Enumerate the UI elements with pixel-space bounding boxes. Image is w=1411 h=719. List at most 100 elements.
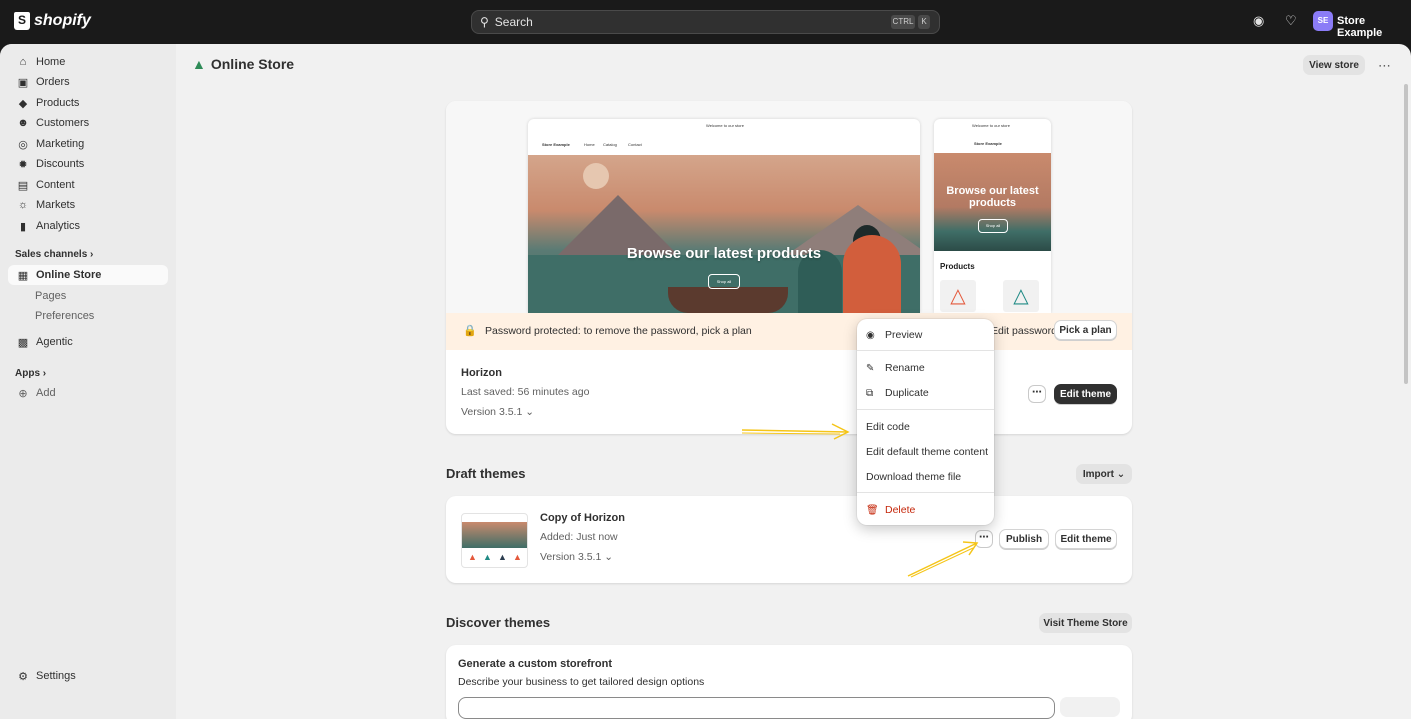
password-banner: 🔒 Password protected: to remove the pass… [446,313,1132,350]
visit-theme-store-button[interactable]: Visit Theme Store [1039,613,1132,633]
sidebar-item-label: Products [36,97,80,109]
describe-business-input[interactable] [458,697,1055,719]
draft-theme-more-button[interactable]: ⋯ [975,530,993,548]
desktop-preview: Welcome to our store Store Example Home … [528,119,920,313]
discover-themes-title: Discover themes [446,615,551,630]
theme-preview[interactable]: Welcome to our store Store Example Home … [446,101,1132,313]
shop-all-button: Shop all [978,219,1008,233]
pencil-icon: ✎ [866,362,875,374]
person-icon: ☻ [17,117,29,129]
hero-boat [668,287,788,313]
tag-icon: ◆ [18,97,28,110]
sidebar-item-label: Pages [35,290,67,302]
sidebar-item-analytics[interactable]: ▮ Analytics [8,216,168,236]
scrollbar[interactable] [1404,84,1408,384]
generate-description: Describe your business to get tailored d… [458,676,705,688]
sales-channels-label: Sales channels [15,249,88,260]
chevron-down-icon: ⌄ [1116,468,1126,480]
tshirt-icon: ▲ [468,552,477,562]
menu-label: Duplicate [885,387,929,399]
sidebar-item-label: Online Store [36,269,102,281]
sidebar-item-settings[interactable]: ⚙ Settings [8,666,168,686]
page-title: ▲ Online Store [192,56,294,72]
target-icon: ◎ [18,138,28,151]
sidekick-icon[interactable]: ◉ [1253,13,1264,29]
sidebar-item-label: Preferences [35,310,95,322]
bar-chart-icon: ▮ [19,220,27,233]
view-store-button[interactable]: View store [1303,55,1365,75]
online-store-icon: ▲ [192,56,206,72]
tshirt-icon: ▲ [483,552,492,562]
menu-item-edit-default-content[interactable]: Edit default theme content [866,446,988,458]
current-theme-more-button[interactable]: ⋯ [1028,385,1046,403]
menu-item-rename[interactable]: ✎ Rename [866,362,925,374]
sidebar-item-preferences[interactable]: Preferences [8,306,168,326]
more-horizontal-icon[interactable]: ⋯ [1378,58,1391,74]
generate-button[interactable] [1060,697,1120,717]
sidebar-item-label: Marketing [36,138,85,150]
sidebar-item-label: Agentic [36,336,73,348]
generate-title: Generate a custom storefront [458,658,613,670]
sidebar-item-label: Settings [36,670,76,682]
apps-header[interactable]: Apps › [15,368,46,379]
kbd-ctrl: CTRL [891,15,915,29]
sidebar-item-online-store[interactable]: ▦ Online Store [8,265,168,285]
tshirt-icon: △ [940,280,976,312]
sidebar-item-marketing[interactable]: ◎ Marketing [8,134,168,154]
pick-plan-button[interactable]: Pick a plan [1054,320,1117,340]
gear-icon: ⚙ [18,670,28,683]
edit-theme-button[interactable]: Edit theme [1054,384,1117,404]
thumbnail-hero [462,522,527,548]
sidebar-item-discounts[interactable]: ✹ Discounts [8,154,168,174]
sidebar-item-label: Markets [36,199,76,211]
duplicate-icon: ⧉ [866,387,874,399]
shopify-logo[interactable]: shopify [14,12,91,30]
sidebar-item-label: Orders [36,76,70,88]
sidebar-item-customers[interactable]: ☻ Customers [8,113,168,133]
bell-icon[interactable]: ♡ [1285,13,1297,29]
menu-item-delete[interactable]: 🗑 Delete [866,504,915,516]
lock-icon: 🔒 [463,325,477,337]
menu-item-download[interactable]: Download theme file [866,471,961,483]
sidebar-item-markets[interactable]: ☼ Markets [8,195,168,215]
menu-item-duplicate[interactable]: ⧉ Duplicate [866,387,929,399]
mobile-products-label: Products [940,262,975,271]
edit-password-link[interactable]: Edit password [991,325,1057,337]
menu-label: Rename [885,362,925,374]
sidebar-item-pages[interactable]: Pages [8,286,168,306]
draft-themes-title: Draft themes [446,466,526,481]
sidebar-item-add[interactable]: ⊕ Add [8,383,168,403]
content-icon: ▤ [17,179,29,192]
sales-channels-header[interactable]: Sales channels › [15,249,93,260]
draft-theme-thumbnail: ▲ ▲ ▲ ▲ [461,513,528,568]
menu-label: Download theme file [866,471,962,483]
search-input[interactable]: ⚲ Search CTRL K [471,10,940,34]
page-title-text: Online Store [210,56,295,72]
preview-welcome: Welcome to our store [706,123,744,128]
chevron-right-icon: › [90,249,94,260]
menu-item-edit-code[interactable]: Edit code [866,421,910,433]
menu-item-preview[interactable]: ◉ Preview [866,329,922,341]
apps-label: Apps [15,368,40,379]
sidebar-item-content[interactable]: ▤ Content [8,175,168,195]
import-button[interactable]: Import ⌄ [1076,464,1132,484]
store-name[interactable]: Store Example [1337,15,1411,39]
publish-button[interactable]: Publish [999,529,1049,549]
sidebar-item-products[interactable]: ◆ Products [8,93,168,113]
sidebar-item-home[interactable]: ⌂ Home [8,52,168,72]
theme-actions-menu: ◉ Preview ✎ Rename ⧉ Duplicate Edit code Ed… [857,319,994,525]
menu-divider [857,492,994,493]
sidebar-item-label: Home [36,56,66,68]
avatar[interactable]: SE [1313,11,1333,31]
preview-nav-catalog: Catalog [603,142,617,147]
sidebar-item-orders[interactable]: ▣ Orders [8,72,168,92]
plus-circle-icon: ⊕ [18,387,28,400]
search-icon: ⚲ [480,15,489,29]
sidebar-item-agentic[interactable]: ▩ Agentic [8,332,168,352]
version-dropdown[interactable]: Version 3.5.1 ⌄ [461,406,534,418]
draft-version-dropdown[interactable]: Version 3.5.1 ⌄ [540,551,613,563]
draft-edit-theme-button[interactable]: Edit theme [1055,529,1117,549]
home-icon: ⌂ [19,56,27,68]
discount-icon: ✹ [18,158,28,171]
preview-nav-store: Store Example [542,142,570,147]
